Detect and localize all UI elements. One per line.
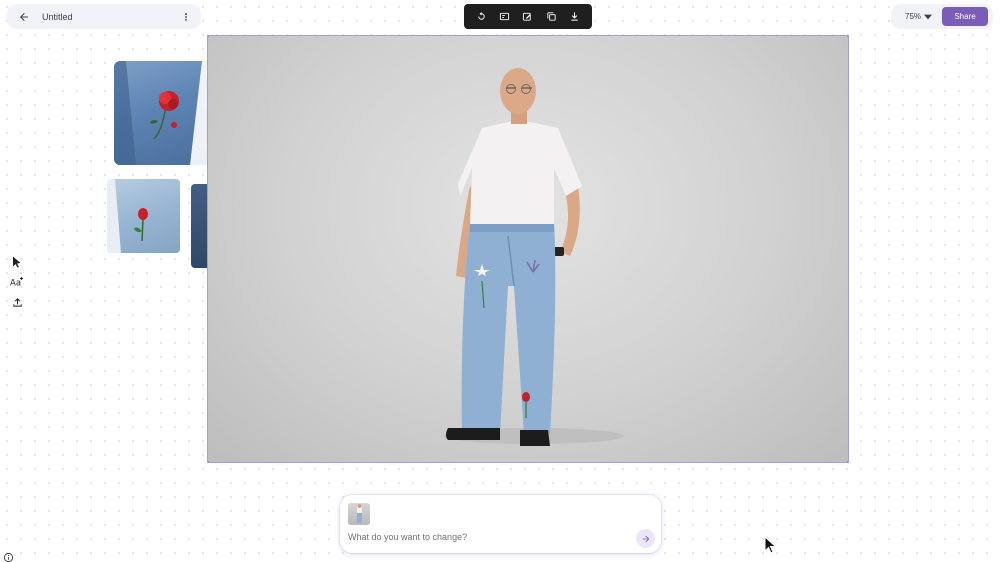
cursor-icon[interactable] (7, 253, 27, 271)
resize-handle-bottom-right[interactable] (847, 461, 848, 462)
info-icon[interactable] (3, 550, 14, 562)
upload-icon[interactable] (7, 293, 27, 311)
prompt-input[interactable] (348, 529, 628, 545)
document-title[interactable]: Untitled (42, 12, 179, 22)
left-toolbar: Aa (6, 250, 28, 314)
resize-handle-top-left[interactable] (208, 36, 209, 37)
magic-edit-icon[interactable] (520, 9, 536, 25)
mouse-pointer-icon (764, 535, 777, 554)
thumbnail-jeans-rose[interactable] (114, 61, 210, 165)
refresh-icon[interactable] (474, 9, 490, 25)
image-toolbar (464, 4, 592, 29)
send-button[interactable] (636, 529, 655, 548)
reference-image-thumbnail[interactable] (348, 503, 370, 525)
resize-handle-top-right[interactable] (847, 36, 848, 37)
caret-down-icon (924, 14, 933, 19)
edit-frame-icon[interactable] (497, 9, 513, 25)
zoom-label: 75% (905, 12, 922, 21)
download-icon[interactable] (566, 9, 582, 25)
arrow-right-icon (642, 535, 649, 542)
back-arrow-icon[interactable] (15, 8, 33, 26)
resize-handle-bottom-left[interactable] (208, 461, 209, 462)
svg-text:Aa: Aa (10, 279, 21, 289)
duplicate-icon[interactable] (543, 9, 559, 25)
more-vert-icon[interactable] (179, 8, 193, 26)
main-generated-image[interactable] (207, 35, 849, 463)
text-icon[interactable]: Aa (7, 273, 27, 291)
thumbnail-jeans-tulip[interactable] (107, 179, 180, 253)
zoom-dropdown[interactable]: 75% (905, 8, 939, 25)
title-bar: Untitled (7, 4, 201, 29)
prompt-bar (340, 495, 661, 553)
share-button[interactable]: Share (942, 7, 988, 26)
